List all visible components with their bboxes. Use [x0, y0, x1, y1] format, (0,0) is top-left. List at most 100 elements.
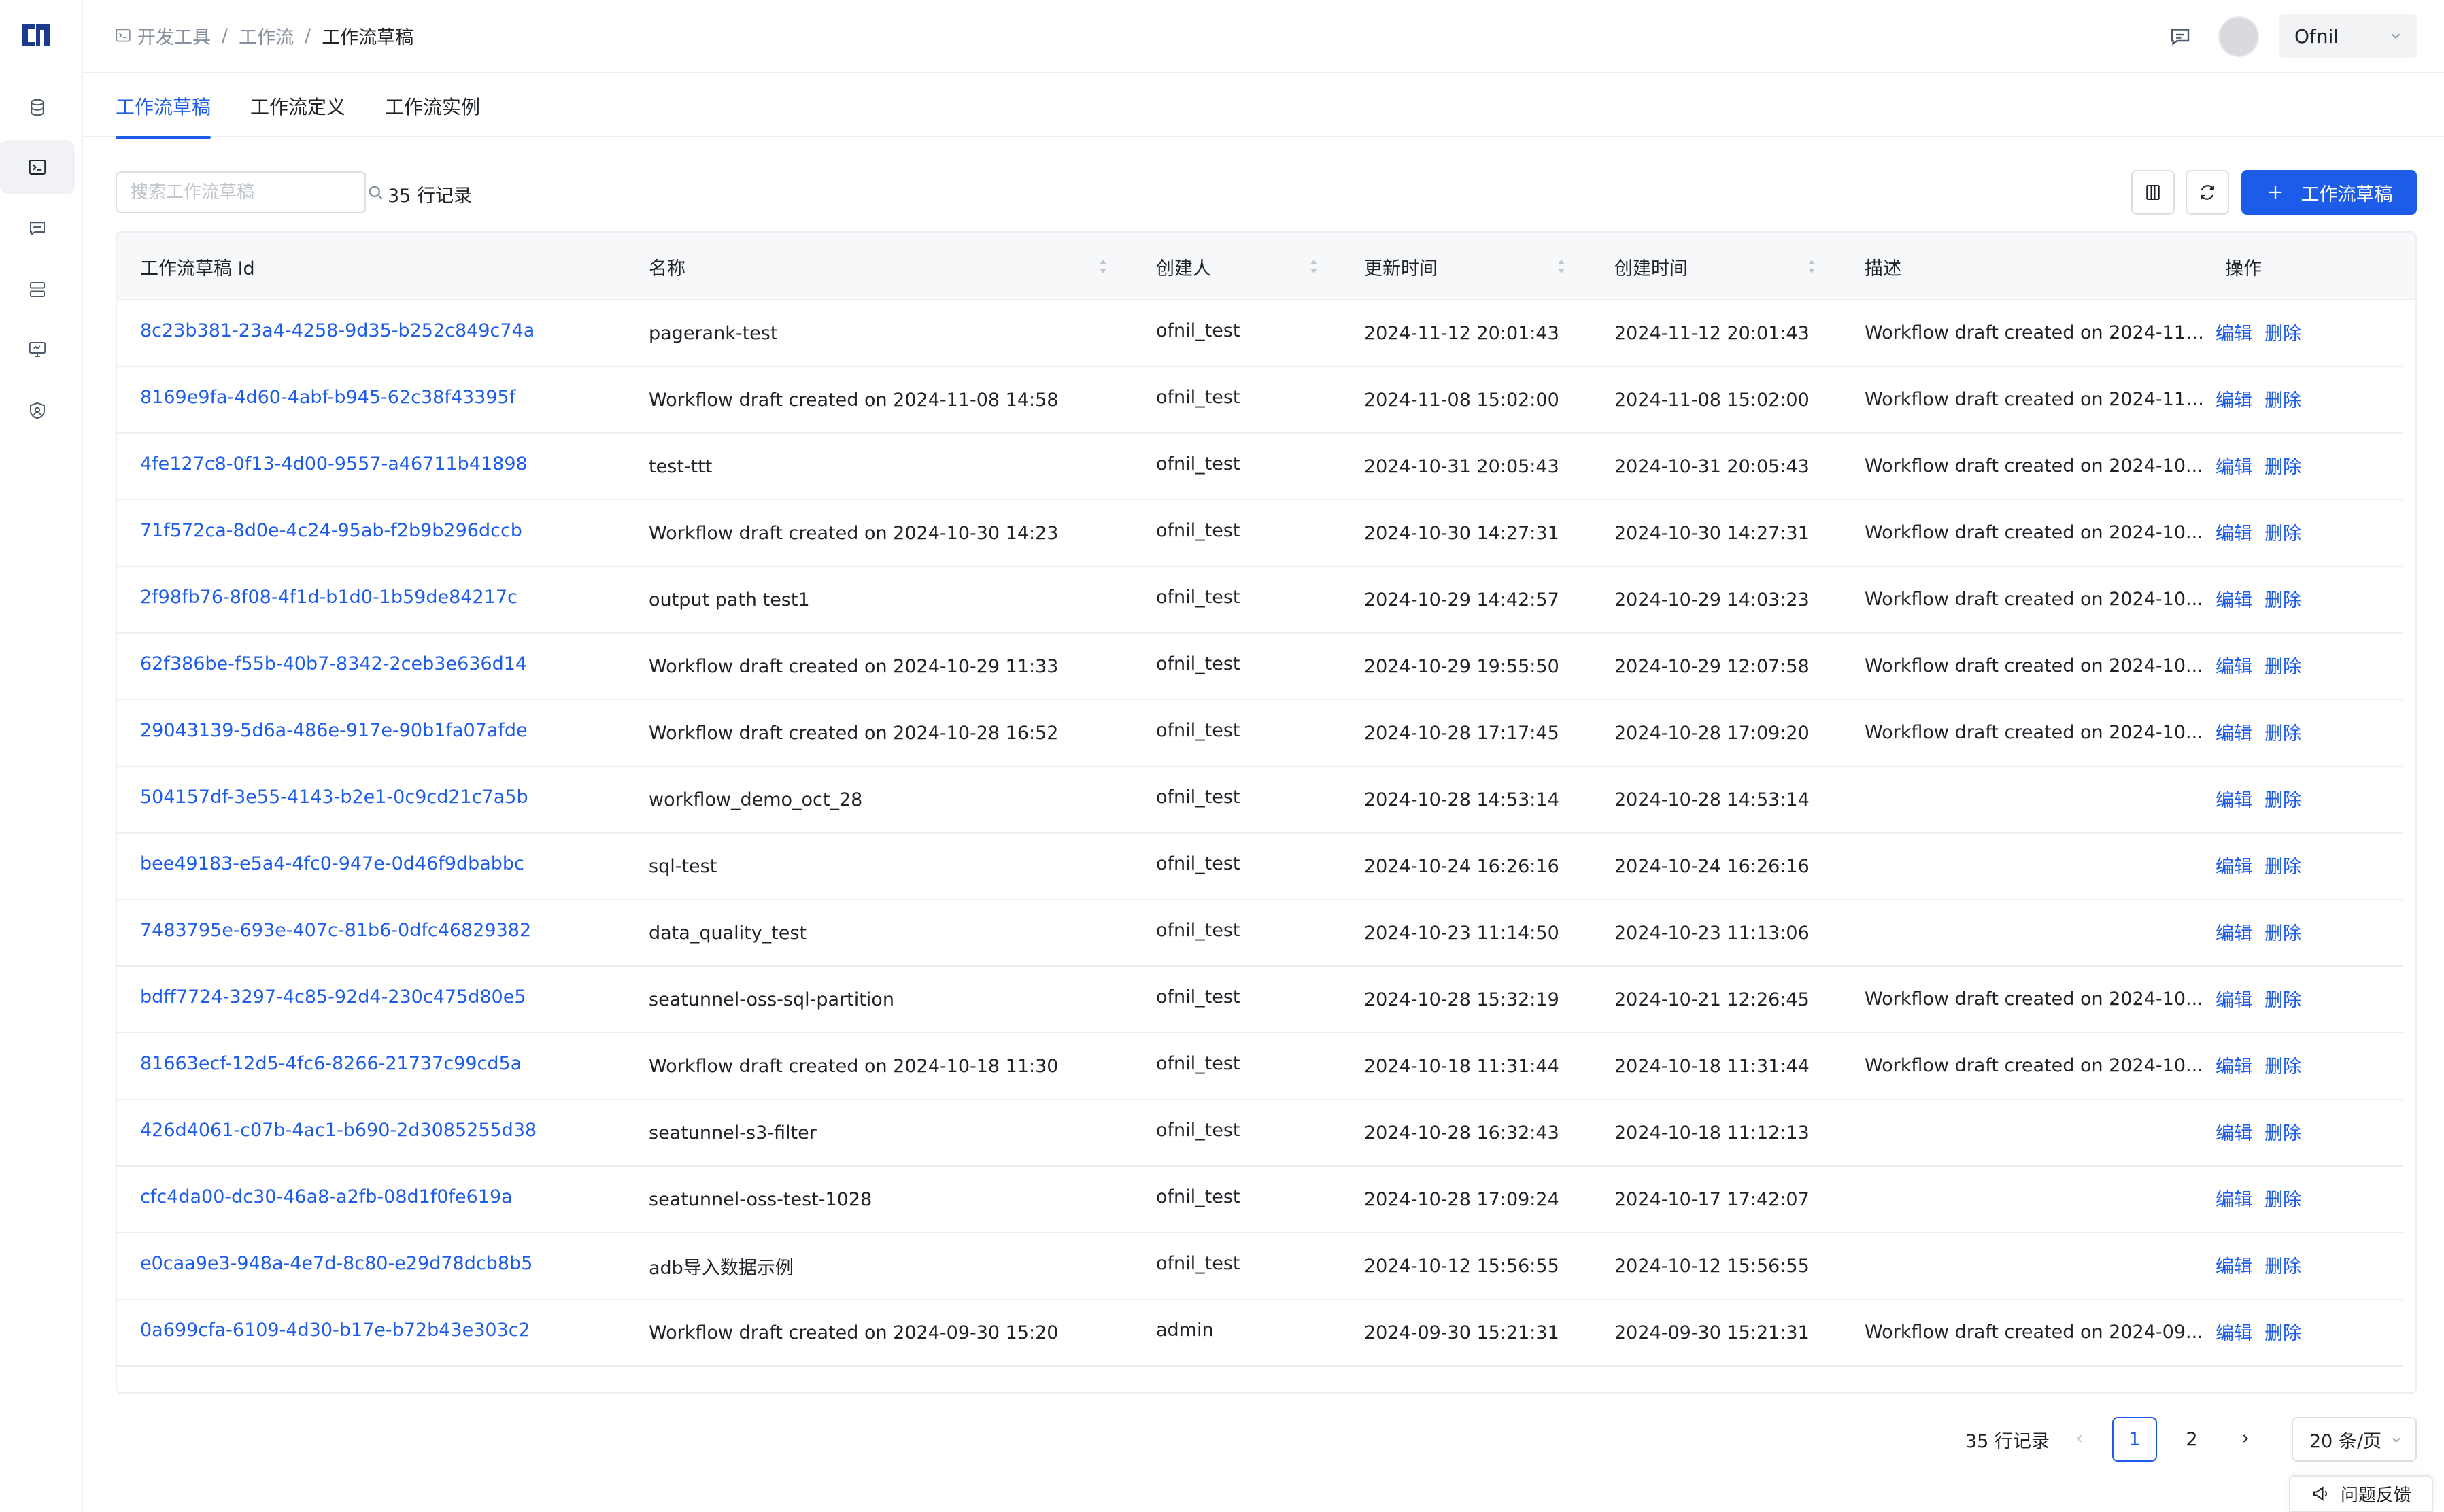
cell-draft-id[interactable]: cfc4da00-dc30-46a8-a2fb-08d1f0fe619a: [140, 1164, 616, 1229]
delete-link[interactable]: 删除: [2264, 634, 2301, 696]
cell-draft-id[interactable]: bdff7724-3297-4c85-92d4-230c475d80e5: [140, 964, 616, 1029]
edit-link[interactable]: 编辑: [2216, 567, 2252, 630]
table-row: 8169e9fa-4d60-4abf-b945-62c38f43395f Work…: [117, 367, 2403, 434]
pagination-total: 35 行记录: [1965, 1431, 2050, 1452]
sort-icon[interactable]: [1308, 257, 1319, 276]
sidebar-item-storage[interactable]: [0, 262, 75, 317]
delete-link[interactable]: 删除: [2264, 967, 2301, 1029]
cell-draft-id[interactable]: 4fe127c8-0f13-4d00-9557-a46711b41898: [140, 431, 616, 496]
cell-created-time: 2024-10-17 17:42:07: [1614, 1188, 1810, 1210]
sort-icon[interactable]: [1806, 257, 1817, 276]
sidebar-item-database[interactable]: [0, 80, 75, 135]
sidebar-item-monitor[interactable]: [0, 322, 75, 377]
sidebar-item-chat[interactable]: [0, 201, 75, 256]
delete-link[interactable]: 删除: [2264, 834, 2301, 896]
delete-link[interactable]: 删除: [2264, 767, 2301, 829]
cell-draft-id[interactable]: 8169e9fa-4d60-4abf-b945-62c38f43395f: [140, 364, 616, 430]
delete-link[interactable]: 删除: [2264, 1100, 2301, 1163]
pagination-page-2[interactable]: 2: [2169, 1417, 2214, 1462]
cell-creator: ofnil_test: [1156, 919, 1240, 941]
column-header-creator[interactable]: 创建人: [1156, 233, 1211, 300]
breadcrumb-item-dev-tools[interactable]: 开发工具: [137, 22, 211, 49]
cell-updated-time: 2024-10-18 11:31:44: [1364, 1055, 1559, 1077]
edit-link[interactable]: 编辑: [2216, 300, 2252, 363]
tab-workflow-instances[interactable]: 工作流实例: [385, 92, 480, 137]
sort-icon[interactable]: [1556, 257, 1567, 276]
cell-draft-id[interactable]: 7483795e-693e-407c-81b6-0dfc46829382: [140, 897, 616, 963]
cell-draft-id[interactable]: 8c23b381-23a4-4258-9d35-b252c849c74a: [140, 298, 616, 363]
table-row: 62f386be-f55b-40b7-8342-2ceb3e636d14 Work…: [117, 634, 2403, 700]
breadcrumb-item-workflow[interactable]: 工作流: [239, 22, 294, 49]
edit-link[interactable]: 编辑: [2216, 900, 2252, 963]
chat-icon: [30, 222, 45, 236]
edit-link[interactable]: 编辑: [2216, 500, 2252, 563]
edit-link[interactable]: 编辑: [2216, 1100, 2252, 1163]
delete-link[interactable]: 删除: [2264, 1233, 2301, 1296]
edit-link[interactable]: 编辑: [2216, 367, 2252, 430]
cell-description: Workflow draft created on 2024-11-...: [1865, 389, 2205, 410]
column-header-name[interactable]: 名称: [649, 233, 685, 300]
tab-workflow-drafts[interactable]: 工作流草稿: [116, 92, 211, 139]
search-button[interactable]: [366, 173, 385, 212]
delete-link[interactable]: 删除: [2264, 567, 2301, 630]
edit-link[interactable]: 编辑: [2216, 967, 2252, 1029]
page-size-select[interactable]: 20 条/页: [2292, 1417, 2417, 1462]
edit-link[interactable]: 编辑: [2216, 1033, 2252, 1096]
edit-link[interactable]: 编辑: [2216, 1167, 2252, 1229]
create-workflow-draft-button[interactable]: 工作流草稿: [2241, 170, 2417, 215]
delete-link[interactable]: 删除: [2264, 1033, 2301, 1096]
delete-link[interactable]: 删除: [2264, 1300, 2301, 1362]
chevron-right-icon: [2243, 1434, 2248, 1443]
cell-draft-id[interactable]: 81663ecf-12d5-4fc6-8266-21737c99cd5a: [140, 1031, 616, 1096]
cell-draft-id[interactable]: 29043139-5d6a-486e-917e-90b1fa07afde: [140, 698, 616, 763]
delete-link[interactable]: 删除: [2264, 434, 2301, 496]
cell-draft-id[interactable]: 0a699cfa-6109-4d30-b17e-b72b43e303c2: [140, 1297, 616, 1362]
chevron-down-icon: [2391, 33, 2400, 39]
edit-link[interactable]: 编辑: [2216, 634, 2252, 696]
sidebar-item-dev-tools[interactable]: [0, 140, 75, 194]
column-header-created[interactable]: 创建时间: [1614, 233, 1688, 300]
delete-link[interactable]: 删除: [2264, 500, 2301, 563]
cell-creator: ofnil_test: [1156, 1186, 1240, 1207]
sidebar-item-security[interactable]: [0, 383, 75, 438]
pagination-page-1[interactable]: 1: [2112, 1417, 2157, 1462]
cell-draft-id[interactable]: 2f98fb76-8f08-4f1d-b1d0-1b59de84217c: [140, 564, 616, 630]
edit-link[interactable]: 编辑: [2216, 1300, 2252, 1362]
tab-workflow-definitions[interactable]: 工作流定义: [250, 92, 345, 137]
pagination-prev-button[interactable]: [2066, 1425, 2093, 1452]
feedback-button[interactable]: 问题反馈: [2289, 1475, 2433, 1512]
cell-draft-id[interactable]: 504157df-3e55-4143-b2e1-0c9cd21c7a5b: [140, 764, 616, 829]
delete-link[interactable]: 删除: [2264, 900, 2301, 963]
cell-draft-id[interactable]: 426d4061-c07b-4ac1-b690-2d3085255d38: [140, 1097, 616, 1163]
cell-draft-id[interactable]: 71f572ca-8d0e-4c24-95ab-f2b9b296dccb: [140, 498, 616, 563]
column-settings-button[interactable]: [2131, 170, 2175, 215]
cell-updated-time: 2024-10-30 14:27:31: [1364, 522, 1559, 544]
delete-link[interactable]: 删除: [2264, 700, 2301, 763]
sort-icon[interactable]: [1098, 257, 1108, 276]
cell-name: seatunnel-oss-sql-partition: [649, 989, 894, 1010]
edit-link[interactable]: 编辑: [2216, 1233, 2252, 1296]
column-header-updated[interactable]: 更新时间: [1364, 233, 1438, 300]
cell-created-time: 2024-10-21 12:26:45: [1614, 989, 1810, 1010]
cell-draft-id[interactable]: bee49183-e5a4-4fc0-947e-0d46f9dbabbc: [140, 831, 616, 896]
edit-link[interactable]: 编辑: [2216, 434, 2252, 496]
delete-link[interactable]: 删除: [2264, 300, 2301, 363]
edit-link[interactable]: 编辑: [2216, 700, 2252, 763]
delete-link[interactable]: 删除: [2264, 1167, 2301, 1229]
messages-button[interactable]: [2162, 19, 2198, 54]
monitor-icon: [29, 342, 46, 357]
avatar[interactable]: [2218, 16, 2259, 57]
logo-icon[interactable]: [18, 19, 54, 52]
edit-link[interactable]: 编辑: [2216, 834, 2252, 896]
user-menu-select[interactable]: Ofnil: [2279, 14, 2417, 58]
search-input[interactable]: [117, 173, 366, 212]
page-size-value: 20 条/页: [2309, 1430, 2382, 1452]
create-button-label: 工作流草稿: [2301, 184, 2393, 205]
pagination-next-button[interactable]: [2232, 1425, 2259, 1452]
delete-link[interactable]: 删除: [2264, 367, 2301, 430]
edit-link[interactable]: 编辑: [2216, 767, 2252, 829]
cell-draft-id[interactable]: 62f386be-f55b-40b7-8342-2ceb3e636d14: [140, 631, 616, 696]
table-row: 2f98fb76-8f08-4f1d-b1d0-1b59de84217c outp…: [117, 567, 2403, 634]
refresh-button[interactable]: [2186, 170, 2229, 215]
cell-draft-id[interactable]: e0caa9e3-948a-4e7d-8c80-e29d78dcb8b5: [140, 1231, 616, 1296]
